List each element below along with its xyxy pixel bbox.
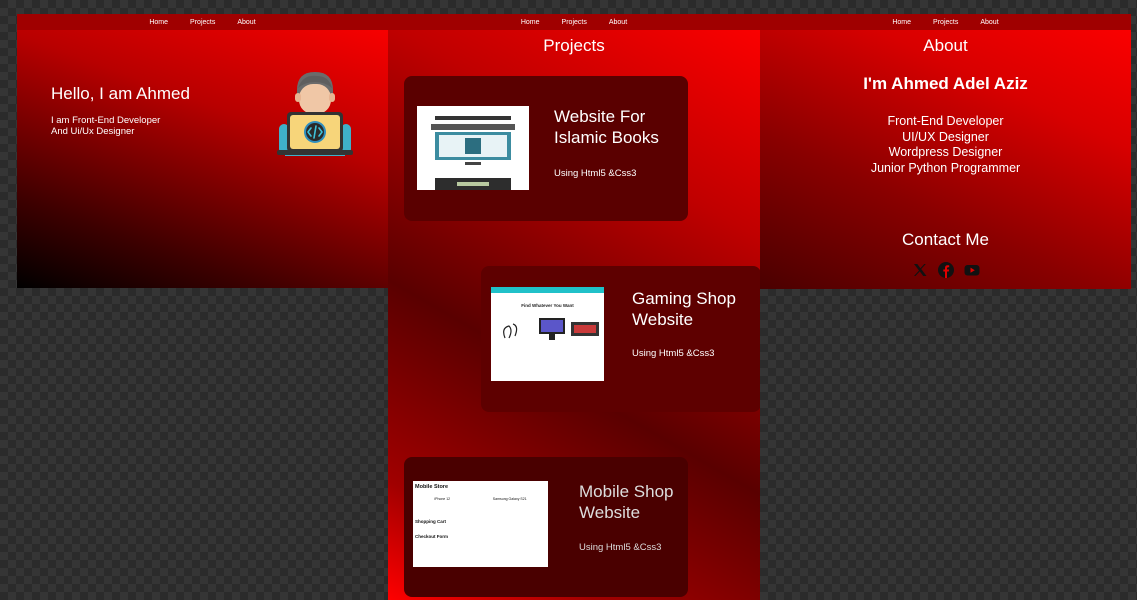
project-thumbnail-islamic-books	[417, 106, 529, 190]
nav-about-link[interactable]: About	[609, 19, 627, 26]
nav-home-link[interactable]: Home	[149, 19, 168, 26]
thumbnail-product-2: Samsung Galaxy S21	[492, 497, 527, 501]
thumbnail-cart-heading: Shopping Cart	[415, 519, 446, 524]
social-links	[760, 262, 1131, 278]
about-roles-list: Front-End Developer UI/UX Designer Wordp…	[760, 114, 1131, 176]
project-thumbnail-gaming-shop: Find Whatever You Want	[491, 287, 604, 381]
thumbnail-checkout-heading: Checkout Form	[415, 534, 449, 539]
hero-greeting: Hello, I am Ahmed	[51, 84, 190, 103]
developer-avatar-icon	[277, 72, 353, 156]
project-card-gaming-shop[interactable]: Find Whatever You Want Gaming Shop Websi…	[481, 266, 760, 412]
project-tech-gaming-shop: Using Html5 &Css3	[632, 348, 715, 359]
gaming-products-icon	[503, 318, 599, 340]
thumbnail-header-bar	[491, 287, 604, 293]
top-nav: Home Projects About	[388, 14, 760, 30]
thumbnail-product-1: iPhone 12	[434, 497, 451, 501]
about-section: Home Projects About About I'm Ahmed Adel…	[760, 14, 1131, 289]
role-item: UI/UX Designer	[902, 129, 989, 144]
hero-subtitle-line-1: I am Front-End Developer	[51, 115, 161, 126]
top-nav: Home Projects About	[17, 14, 388, 30]
x-icon[interactable]	[912, 262, 928, 278]
projects-section: Home Projects About Projects Website For…	[388, 14, 760, 600]
project-tech-islamic-books: Using Html5 &Css3	[554, 168, 637, 179]
project-title-islamic-books: Website For Islamic Books	[554, 107, 659, 147]
about-title: About	[923, 36, 968, 55]
projects-title: Projects	[543, 36, 605, 55]
nav-projects-link[interactable]: Projects	[933, 19, 958, 26]
role-item: Junior Python Programmer	[870, 160, 1021, 175]
role-item: Front-End Developer	[887, 114, 1004, 128]
project-card-mobile-shop[interactable]: Mobile Store iPhone 12 Samsung Galaxy S2…	[404, 457, 688, 597]
nav-about-link[interactable]: About	[980, 19, 998, 26]
project-title-gaming-shop: Gaming Shop Website	[632, 289, 736, 329]
hero-subtitle-line-2: And Ui/Ux Designer	[51, 126, 135, 137]
project-tech-mobile-shop: Using Html5 &Css3	[579, 542, 662, 553]
project-title-mobile-shop: Mobile Shop Website	[579, 482, 674, 522]
facebook-icon[interactable]	[937, 262, 954, 278]
project-card-islamic-books[interactable]: Website For Islamic Books Using Html5 &C…	[404, 76, 688, 221]
role-item: Wordpress Designer	[888, 145, 1003, 159]
nav-projects-link[interactable]: Projects	[190, 19, 215, 26]
thumbnail-store-title: Mobile Store	[415, 484, 449, 490]
about-name: I'm Ahmed Adel Aziz	[863, 74, 1028, 93]
youtube-icon[interactable]	[964, 262, 980, 278]
nav-home-link[interactable]: Home	[892, 19, 911, 26]
hero-section: Home Projects About Hello, I am Ahmed I …	[17, 14, 388, 288]
nav-projects-link[interactable]: Projects	[562, 19, 587, 26]
nav-home-link[interactable]: Home	[521, 19, 540, 26]
nav-about-link[interactable]: About	[237, 19, 255, 26]
hero-subtitle: I am Front-End Developer And Ui/Ux Desig…	[51, 115, 191, 137]
project-thumbnail-mobile-shop: Mobile Store iPhone 12 Samsung Galaxy S2…	[413, 481, 548, 567]
top-nav: Home Projects About	[760, 14, 1131, 30]
contact-title: Contact Me	[902, 230, 989, 249]
